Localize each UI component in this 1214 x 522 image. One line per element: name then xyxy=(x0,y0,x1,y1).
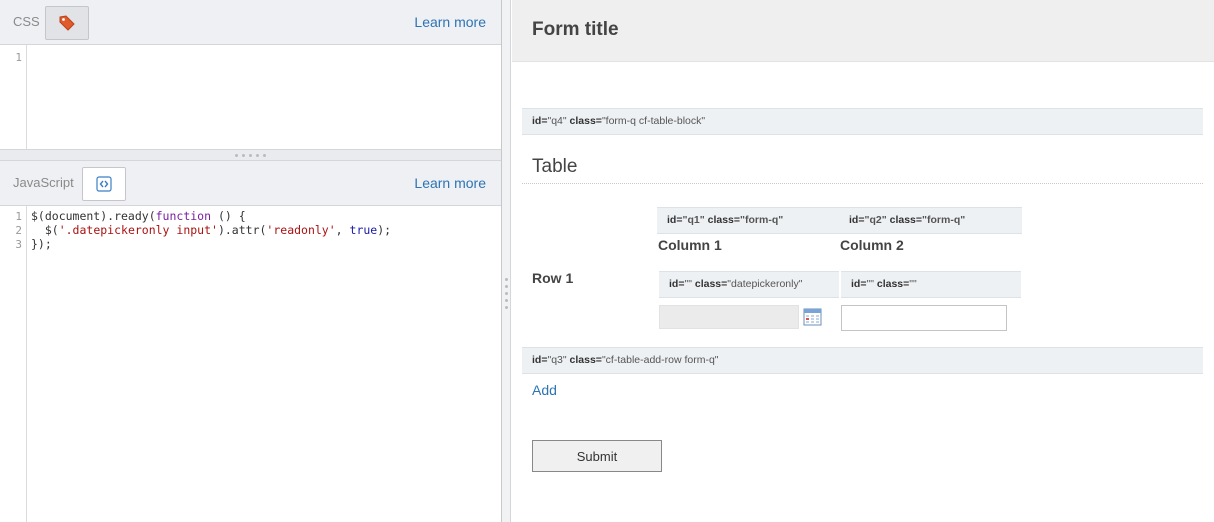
js-panel-label: JavaScript xyxy=(13,175,74,190)
q2-meta-bar: id="q2" class="form-q" xyxy=(839,207,1022,234)
vertical-splitter[interactable] xyxy=(502,0,511,522)
js-panel-header: JavaScript Learn more xyxy=(0,161,501,206)
form-title: Form title xyxy=(532,19,619,40)
form-preview: Form title id="q4" class="form-q cf-tabl… xyxy=(512,0,1214,522)
table-heading: Table xyxy=(532,156,578,177)
line-number: 1 xyxy=(15,210,22,223)
line-number: 2 xyxy=(15,224,22,237)
js-editor-gutter: 1 2 3 xyxy=(0,206,27,522)
horizontal-splitter[interactable] xyxy=(0,149,501,161)
code-line: $(document).ready(function () { xyxy=(31,209,246,223)
line-number: 1 xyxy=(15,51,22,64)
cell-2-meta-bar: id="" class="" xyxy=(841,271,1021,298)
css-panel-label: CSS xyxy=(13,14,40,29)
js-editor[interactable]: 1 2 3 $(document).ready(function () { $(… xyxy=(0,206,501,522)
code-brackets-icon xyxy=(96,176,112,192)
column-2-header: Column 2 xyxy=(840,237,904,253)
datepicker-readonly-input[interactable] xyxy=(659,305,799,329)
form-header: Form title xyxy=(512,0,1214,62)
column-2-text-input[interactable] xyxy=(841,305,1007,331)
css-editor-gutter: 1 xyxy=(0,45,27,149)
css-panel-header: CSS Learn more xyxy=(0,0,501,45)
line-number: 3 xyxy=(15,238,22,251)
code-line: }); xyxy=(31,237,52,251)
editor-column: CSS Learn more 1 JavaScript Learn more 1… xyxy=(0,0,502,522)
code-line: $('.datepickeronly input').attr('readonl… xyxy=(31,223,392,237)
q4-meta-bar: id="q4" class="form-q cf-table-block" xyxy=(522,108,1203,135)
row-1-label: Row 1 xyxy=(532,270,574,286)
cell-1-meta-bar: id="" class="datepickeronly" xyxy=(659,271,839,298)
add-row-link[interactable]: Add xyxy=(532,382,557,398)
js-learn-more-link[interactable]: Learn more xyxy=(414,175,486,191)
heading-divider xyxy=(522,183,1203,184)
q1-meta-bar: id="q1" class="form-q" xyxy=(657,207,839,234)
js-preprocessor-button[interactable] xyxy=(82,167,126,201)
calendar-icon[interactable] xyxy=(803,307,822,326)
column-1-header: Column 1 xyxy=(658,237,722,253)
app-window: CSS Learn more 1 JavaScript Learn more 1… xyxy=(0,0,1214,522)
submit-button[interactable]: Submit xyxy=(532,440,662,472)
css-learn-more-link[interactable]: Learn more xyxy=(414,14,486,30)
css-preprocessor-button[interactable] xyxy=(45,6,89,40)
tag-icon xyxy=(59,15,75,31)
css-editor[interactable]: 1 xyxy=(0,45,501,149)
q3-meta-bar: id="q3" class="cf-table-add-row form-q" xyxy=(522,347,1203,374)
